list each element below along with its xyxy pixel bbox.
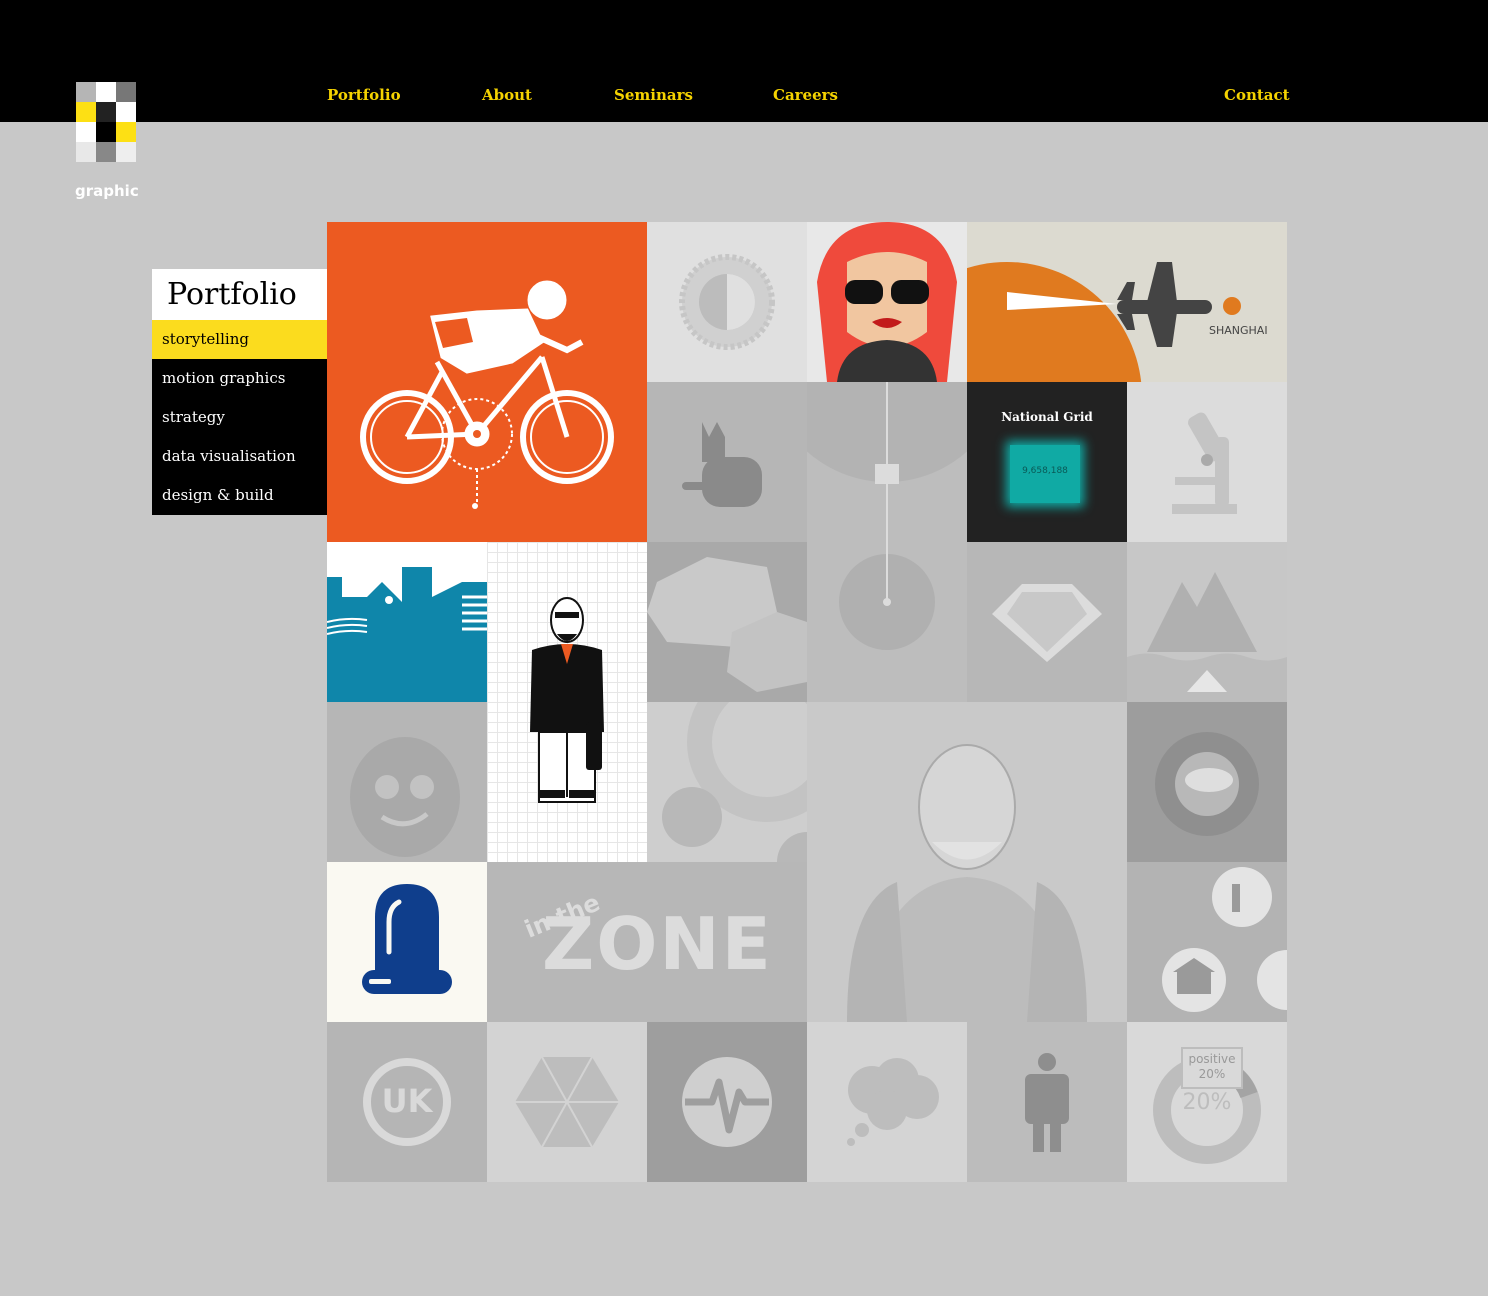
menu-item-data-visualisation[interactable]: data visualisation: [152, 437, 327, 476]
menu-item-motion-graphics[interactable]: motion graphics: [152, 359, 327, 398]
old-man-illustration-tile[interactable]: [807, 702, 1127, 1022]
weather-tile[interactable]: [1127, 702, 1287, 862]
national-grid-title: National Grid: [1001, 410, 1093, 424]
girl-character-icon: [350, 737, 460, 857]
logo-text: graphic: [75, 182, 139, 200]
cyclist-tile[interactable]: [327, 222, 647, 542]
nav-careers-link[interactable]: Careers: [773, 86, 838, 104]
gear-icon: [679, 254, 775, 350]
person-tile[interactable]: [967, 1022, 1127, 1182]
portfolio-sidebar-menu: Portfolio storytelling motion graphics s…: [152, 269, 335, 515]
businessman-tile[interactable]: [487, 542, 647, 862]
businessman-icon: [530, 597, 604, 803]
museum-icon: [1162, 867, 1287, 1012]
thought-bubble-icon: [847, 1058, 939, 1146]
circles-tile[interactable]: [647, 702, 807, 862]
girl-character-tile[interactable]: [327, 702, 487, 862]
cat-tile[interactable]: [647, 382, 807, 542]
shanghai-label: SHANGHAI: [1209, 324, 1268, 337]
nav-about-link[interactable]: About: [482, 86, 532, 104]
menu-item-strategy[interactable]: strategy: [152, 398, 327, 437]
sidebar-title: Portfolio: [152, 269, 335, 320]
uk-label: UK: [381, 1082, 433, 1120]
top-navigation-bar: Portfolio About Seminars Careers Contact: [0, 0, 1488, 122]
nav-contact-link[interactable]: Contact: [1224, 86, 1290, 104]
menu-item-design-build[interactable]: design & build: [152, 476, 327, 515]
hexagon-tile[interactable]: [487, 1022, 647, 1182]
pulse-tile[interactable]: [647, 1022, 807, 1182]
shanghai-plane-tile[interactable]: SHANGHAI: [967, 222, 1287, 382]
icons-circles-tile[interactable]: [1127, 862, 1287, 1022]
diamond-tile[interactable]: [967, 542, 1127, 702]
positive-label: positive: [1188, 1052, 1236, 1066]
microscope-icon: [1172, 412, 1237, 514]
bell-icon: [362, 884, 452, 994]
weather-cloud-icon: [1155, 732, 1259, 836]
gear-tile[interactable]: [647, 222, 807, 382]
person-icon: [1025, 1053, 1069, 1152]
positive-percent: 20%: [1198, 1067, 1226, 1081]
uk-logo-tile[interactable]: UK: [327, 1022, 487, 1182]
city-skyline-icon: [327, 567, 487, 702]
cat-icon: [682, 422, 762, 507]
bell-icon-tile[interactable]: [327, 862, 487, 1022]
mountains-icon: [1127, 572, 1287, 702]
rocks-tile[interactable]: [647, 542, 807, 702]
pulse-icon: [682, 1057, 772, 1147]
portfolio-grid: SHANGHAI National Grid 9,658,188 in the …: [327, 222, 1287, 1182]
city-skyline-tile[interactable]: [327, 542, 487, 702]
donut-chart-tile[interactable]: positive 20% 20%: [1127, 1022, 1287, 1182]
nav-seminars-link[interactable]: Seminars: [614, 86, 693, 104]
pendulum-icon: [807, 382, 967, 650]
rocks-icon: [647, 557, 807, 692]
thought-bubble-tile[interactable]: [807, 1022, 967, 1182]
mountains-tile[interactable]: [1127, 542, 1287, 702]
circles-icon: [662, 702, 807, 862]
menu-item-storytelling[interactable]: storytelling: [152, 320, 327, 359]
hexagon-icon: [515, 1056, 619, 1148]
zone-line2: ZONE: [542, 902, 773, 986]
nav-portfolio-link[interactable]: Portfolio: [327, 86, 401, 104]
in-the-zone-tile[interactable]: in the ZONE: [487, 862, 807, 1022]
cyclist-icon: [360, 280, 614, 509]
national-grid-tile[interactable]: National Grid 9,658,188: [967, 382, 1127, 542]
old-man-portrait-icon: [847, 744, 1087, 1022]
woman-avatar-icon: [817, 222, 957, 382]
pendulum-tile[interactable]: [807, 382, 967, 702]
national-grid-value: 9,658,188: [1022, 466, 1068, 476]
diamond-icon: [992, 584, 1102, 662]
donut-percent: 20%: [1182, 1090, 1232, 1115]
microscope-tile[interactable]: [1127, 382, 1287, 542]
airplane-icon: [967, 262, 1241, 382]
woman-sunglasses-tile[interactable]: [807, 222, 967, 382]
